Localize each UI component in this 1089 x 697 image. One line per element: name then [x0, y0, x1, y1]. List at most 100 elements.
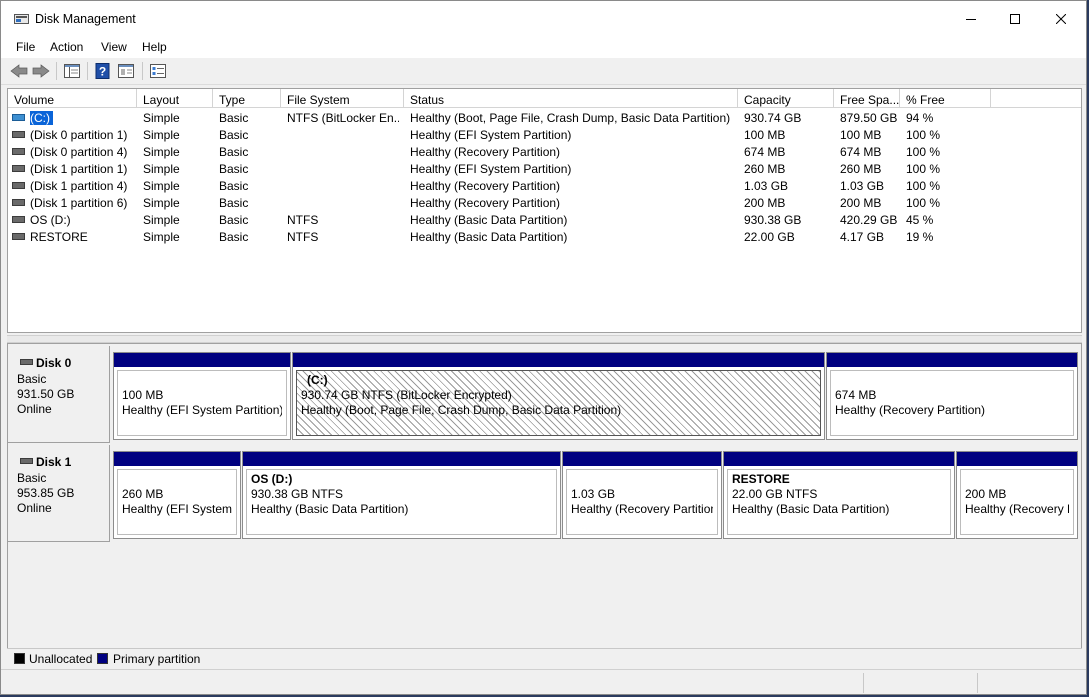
menu-view[interactable]: View [101, 40, 127, 54]
help-icon: ? [95, 63, 110, 79]
table-row[interactable]: (Disk 1 partition 6) Simple Basic Health… [8, 194, 1081, 211]
primary-partition-bar [957, 452, 1077, 466]
volume-name: (Disk 0 partition 1) [30, 128, 128, 142]
forward-button[interactable] [31, 62, 51, 80]
column-header-capacity[interactable]: Capacity [738, 89, 834, 108]
type-cell: Basic [219, 213, 249, 227]
disk-label-disk-0[interactable]: Disk 0 Basic 931.50 GB Online [8, 346, 110, 443]
partition-name: OS (D:) [251, 472, 293, 486]
table-row[interactable]: (C:) Simple Basic NTFS (BitLocker En... … [8, 109, 1081, 126]
volume-name: RESTORE [30, 230, 88, 244]
disk-label-disk-1[interactable]: Disk 1 Basic 953.85 GB Online [8, 445, 110, 542]
column-header-file-system[interactable]: File System [281, 89, 404, 108]
layout-cell: Simple [143, 145, 180, 159]
column-header-status[interactable]: Status [404, 89, 738, 108]
disk-kind: Basic [17, 372, 47, 386]
capacity-cell: 930.74 GB [744, 111, 802, 125]
column-header-volume[interactable]: Volume [8, 89, 137, 108]
svg-text:?: ? [99, 65, 106, 79]
volume-icon [12, 165, 25, 172]
disk-name: Disk 0 [36, 356, 72, 370]
partition-size: 674 MB [835, 388, 877, 402]
volume-icon [12, 216, 25, 223]
properties-button[interactable] [116, 62, 136, 80]
partition-status: Healthy (Basic Data Partition) [732, 502, 890, 516]
show-hide-console-tree-button[interactable] [62, 62, 82, 80]
column-header-layout[interactable]: Layout [137, 89, 213, 108]
menu-action[interactable]: Action [50, 40, 83, 54]
window-title: Disk Management [35, 12, 136, 26]
volume-icon [12, 182, 25, 189]
console-tree-icon [64, 64, 80, 78]
help-button[interactable]: ? [93, 62, 113, 80]
status-cell: Healthy (Recovery Partition) [410, 145, 561, 159]
table-row[interactable]: OS (D:) Simple Basic NTFS Healthy (Basic… [8, 211, 1081, 228]
close-button[interactable] [1038, 1, 1084, 37]
disk-icon [20, 458, 33, 464]
volume-list[interactable]: Volume Layout Type File System Status Ca… [7, 88, 1082, 333]
partition-disk1-efi[interactable]: 260 MB Healthy (EFI System P [113, 451, 241, 539]
volume-rows: (C:) Simple Basic NTFS (BitLocker En... … [8, 109, 1081, 245]
free-space-cell: 420.29 GB [840, 213, 898, 227]
partition-body: 260 MB Healthy (EFI System P [117, 469, 237, 535]
table-row[interactable]: RESTORE Simple Basic NTFS Healthy (Basic… [8, 228, 1081, 245]
primary-partition-bar [724, 452, 954, 466]
disk-state: Online [17, 501, 52, 515]
percent-free-cell: 100 % [906, 162, 941, 176]
menu-file[interactable]: File [16, 40, 35, 54]
menu-help[interactable]: Help [142, 40, 167, 54]
layout-cell: Simple [143, 111, 180, 125]
file-system-cell: NTFS (BitLocker En... [287, 111, 399, 125]
free-space-cell: 200 MB [840, 196, 882, 210]
partition-disk0-recovery[interactable]: 674 MB Healthy (Recovery Partition) [826, 352, 1078, 440]
capacity-cell: 260 MB [744, 162, 786, 176]
status-cell: Healthy (Boot, Page File, Crash Dump, Ba… [410, 111, 731, 125]
table-row[interactable]: (Disk 1 partition 1) Simple Basic Health… [8, 160, 1081, 177]
partition-body: 674 MB Healthy (Recovery Partition) [830, 370, 1074, 436]
capacity-cell: 674 MB [744, 145, 786, 159]
capacity-cell: 930.38 GB [744, 213, 802, 227]
type-cell: Basic [219, 196, 249, 210]
partition-disk1-restore[interactable]: RESTORE 22.00 GB NTFS Healthy (Basic Dat… [723, 451, 955, 539]
status-bar-panel [977, 673, 978, 693]
partition-size: 200 MB [965, 487, 1007, 501]
layout-cell: Simple [143, 230, 180, 244]
partition-disk1-os-d[interactable]: OS (D:) 930.38 GB NTFS Healthy (Basic Da… [242, 451, 561, 539]
table-row[interactable]: (Disk 0 partition 4) Simple Basic Health… [8, 143, 1081, 160]
volume-name: OS (D:) [30, 213, 71, 227]
pane-splitter[interactable] [7, 335, 1082, 343]
back-icon [10, 64, 28, 78]
status-cell: Healthy (EFI System Partition) [410, 162, 572, 176]
capacity-cell: 1.03 GB [744, 179, 789, 193]
disk-management-window: Disk Management File Action View Help ? … [0, 0, 1087, 695]
partition-disk0-c[interactable]: (C:) 930.74 GB NTFS (BitLocker Encrypted… [292, 352, 825, 440]
file-system-cell: NTFS [287, 230, 319, 244]
free-space-cell: 674 MB [840, 145, 882, 159]
free-space-cell: 260 MB [840, 162, 882, 176]
back-button[interactable] [9, 62, 29, 80]
partition-size: 930.74 GB NTFS (BitLocker Encrypted) [301, 388, 512, 402]
primary-partition-bar [243, 452, 560, 466]
volume-name: (Disk 0 partition 4) [30, 145, 128, 159]
forward-icon [32, 64, 50, 78]
type-cell: Basic [219, 162, 249, 176]
partition-disk0-efi[interactable]: 100 MB Healthy (EFI System Partition) [113, 352, 291, 440]
table-row[interactable]: (Disk 0 partition 1) Simple Basic Health… [8, 126, 1081, 143]
partition-disk1-recovery-2[interactable]: 200 MB Healthy (Recovery Pa [956, 451, 1078, 539]
file-system-cell: NTFS [287, 213, 319, 227]
minimize-button[interactable] [948, 1, 994, 37]
capacity-cell: 100 MB [744, 128, 786, 142]
maximize-button[interactable] [992, 1, 1038, 37]
disk-icon [20, 359, 33, 365]
column-header-free-space[interactable]: Free Spa... [834, 89, 900, 108]
partition-disk1-recovery-1[interactable]: 1.03 GB Healthy (Recovery Partition) [562, 451, 722, 539]
type-cell: Basic [219, 111, 249, 125]
percent-free-cell: 19 % [906, 230, 934, 244]
partition-name: RESTORE [732, 472, 790, 486]
settings-button[interactable] [148, 62, 168, 80]
volume-icon [12, 199, 25, 206]
table-row[interactable]: (Disk 1 partition 4) Simple Basic Health… [8, 177, 1081, 194]
partition-size: 100 MB [122, 388, 164, 402]
column-header-type[interactable]: Type [213, 89, 281, 108]
column-header-percent-free[interactable]: % Free [900, 89, 991, 108]
